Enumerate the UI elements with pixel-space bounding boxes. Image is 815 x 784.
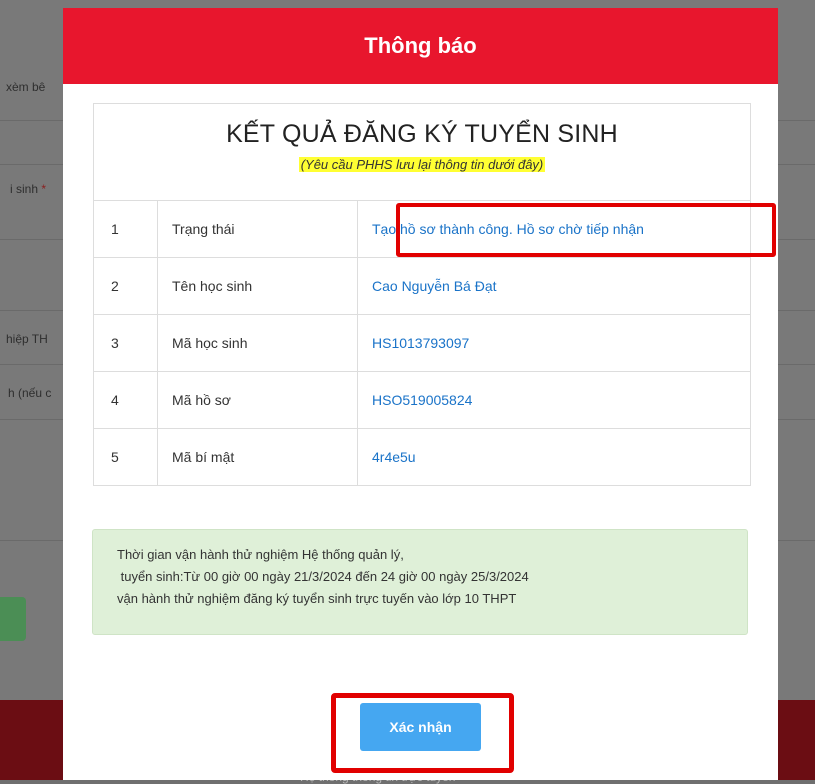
table-row-student-id: 3 Mã học sinh HS1013793097 [94,315,750,372]
row-number: 1 [94,201,158,257]
notification-modal: Thông báo KẾT QUẢ ĐĂNG KÝ TUYỂN SINH (Yê… [63,8,778,780]
row-label: Mã hồ sơ [158,372,358,428]
row-number: 3 [94,315,158,371]
table-row-student-name: 2 Tên học sinh Cao Nguyễn Bá Đạt [94,258,750,315]
info-line: vận hành thử nghiệm đăng ký tuyển sinh t… [117,591,517,606]
modal-header: Thông báo [63,8,778,84]
background-green-button [0,597,26,641]
row-number: 4 [94,372,158,428]
status-highlight-box [396,203,776,257]
row-value: Cao Nguyễn Bá Đạt [372,278,497,294]
required-marker: * [41,182,47,196]
background-text: xèm bê [6,80,46,94]
table-row-secret-code: 5 Mã bí mật 4r4e5u [94,429,750,485]
confirm-highlight-box [331,693,514,773]
row-label: Tên học sinh [158,258,358,314]
background-field-label-text: i sinh [10,182,39,196]
row-label: Mã bí mật [158,429,358,485]
background-field-label: i sinh * [10,182,46,196]
row-label: Trạng thái [158,201,358,257]
info-alert: Thời gian vận hành thử nghiệm Hệ thống q… [92,529,748,635]
row-value: 4r4e5u [372,449,416,465]
info-line: Thời gian vận hành thử nghiệm Hệ thống q… [117,547,404,562]
row-value: HS1013793097 [372,335,470,351]
table-caption: KẾT QUẢ ĐĂNG KÝ TUYỂN SINH (Yêu cầu PHHS… [94,104,750,201]
row-value: HSO519005824 [372,392,473,408]
info-line: tuyển sinh:Từ 00 giờ 00 ngày 21/3/2024 đ… [117,569,529,584]
table-heading: KẾT QUẢ ĐĂNG KÝ TUYỂN SINH [226,120,618,148]
row-number: 2 [94,258,158,314]
table-note: (Yêu cầu PHHS lưu lại thông tin dưới đây… [298,157,546,172]
row-label: Mã học sinh [158,315,358,371]
modal-title: Thông báo [364,33,477,58]
background-text: h (nếu c [8,386,52,400]
background-text: hiệp TH [6,332,48,346]
registration-result-table: KẾT QUẢ ĐĂNG KÝ TUYỂN SINH (Yêu cầu PHHS… [93,103,751,486]
row-number: 5 [94,429,158,485]
table-row-application-id: 4 Mã hồ sơ HSO519005824 [94,372,750,429]
